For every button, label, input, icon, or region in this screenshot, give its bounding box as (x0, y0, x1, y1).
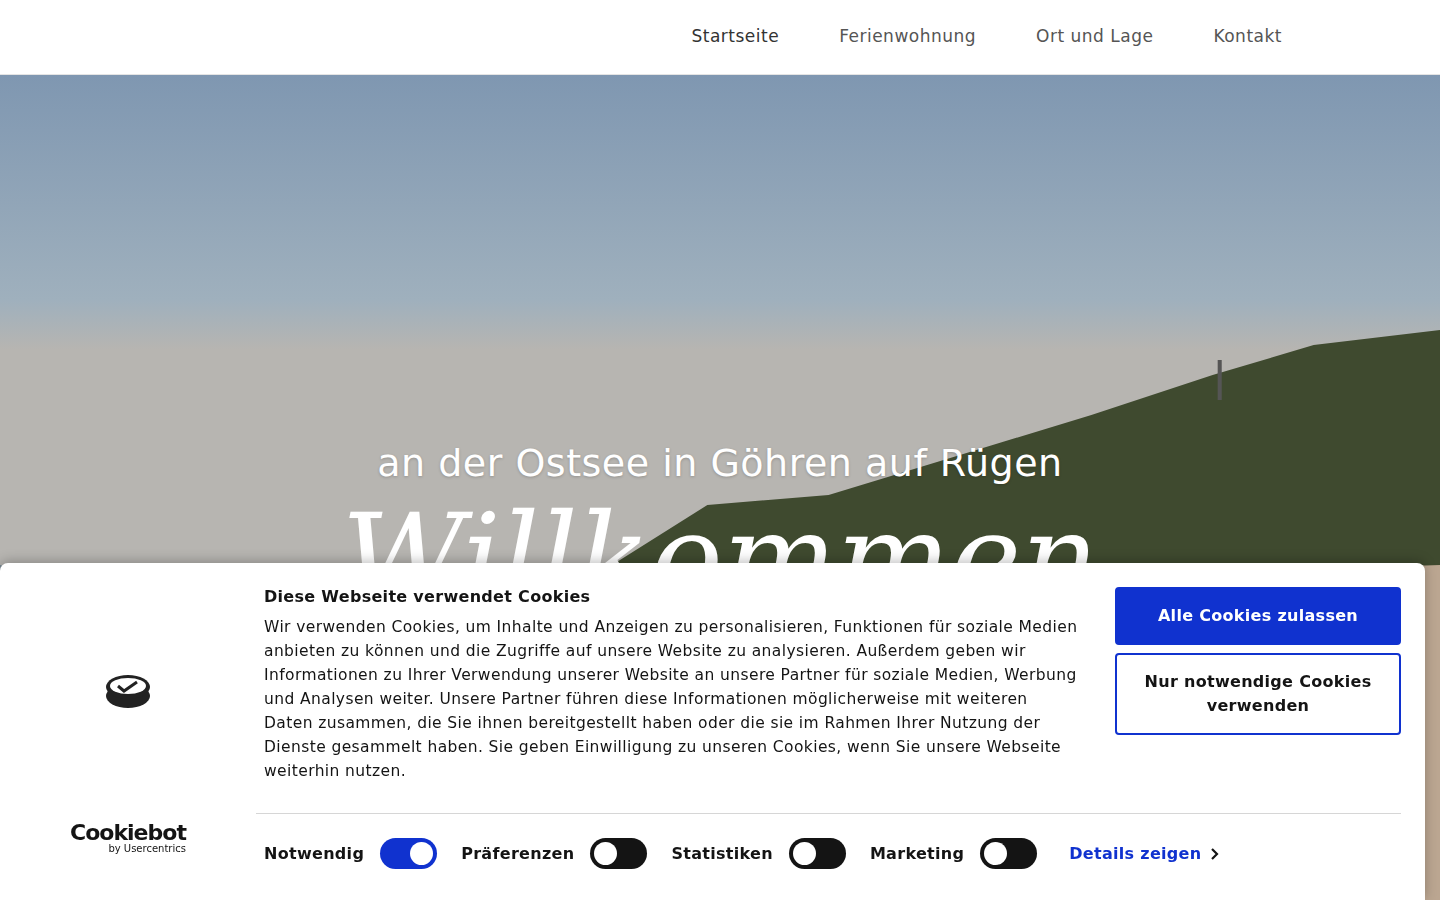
toggle-label: Präferenzen (461, 842, 574, 866)
cookie-title: Diese Webseite verwendet Cookies (264, 587, 1091, 606)
cookiebot-logo: Cookiebotby Usercentrics (70, 822, 186, 854)
toggle-knob (594, 842, 617, 865)
cookie-text: Wir verwenden Cookies, um Inhalte und An… (264, 615, 1079, 783)
chevron-right-icon (1209, 847, 1221, 861)
details-link[interactable]: Details zeigen (1069, 842, 1221, 866)
top-navigation: StartseiteFerienwohnungOrt und LageKonta… (0, 0, 1440, 75)
toggle-switch[interactable] (980, 838, 1037, 869)
brand-name: Cookiebot (70, 822, 186, 844)
toggle-label: Notwendig (264, 842, 364, 866)
necessary-only-button[interactable]: Nur notwendige Cookies verwenden (1115, 653, 1401, 735)
toggle-switch[interactable] (789, 838, 846, 869)
allow-all-button[interactable]: Alle Cookies zulassen (1115, 587, 1401, 645)
nav-link[interactable]: Ort und Lage (1006, 24, 1183, 50)
cookie-toggle[interactable]: Marketing (870, 838, 1037, 869)
nav-link[interactable]: Ferienwohnung (809, 24, 1006, 50)
toggle-label: Marketing (870, 842, 964, 866)
cookie-toggle[interactable]: Statistiken (671, 838, 846, 869)
cookie-toggle[interactable]: Präferenzen (461, 838, 647, 869)
nav-link[interactable]: Kontakt (1183, 24, 1312, 50)
nav-link[interactable]: Startseite (661, 24, 809, 50)
hero-subtitle: an der Ostsee in Göhren auf Rügen (0, 435, 1440, 492)
details-label: Details zeigen (1069, 842, 1201, 866)
toggle-label: Statistiken (671, 842, 773, 866)
toggle-knob (410, 842, 433, 865)
toggle-switch[interactable] (380, 838, 437, 869)
site-logo-icon (104, 672, 152, 710)
brand-sub: by Usercentrics (70, 844, 186, 854)
toggle-knob (984, 842, 1007, 865)
cookie-banner: Cookiebotby Usercentrics Diese Webseite … (0, 563, 1425, 900)
cookie-toggle[interactable]: Notwendig (264, 838, 437, 869)
toggle-switch[interactable] (590, 838, 647, 869)
toggle-knob (793, 842, 816, 865)
